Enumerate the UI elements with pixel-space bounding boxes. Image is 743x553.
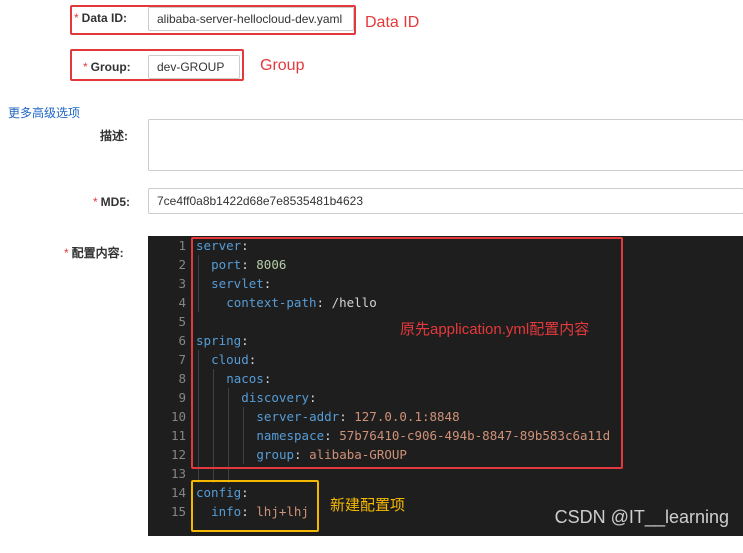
data-id-highlight-box xyxy=(70,5,356,35)
original-content-highlight-box xyxy=(191,237,623,469)
content-label: * 配置内容: xyxy=(64,246,124,260)
line-number: 6 xyxy=(178,333,186,348)
new-item-highlight-box xyxy=(191,480,319,532)
md5-field[interactable]: 7ce4ff0a8b1422d68e7e8535481b4623 xyxy=(148,188,743,214)
line-number: 1 xyxy=(178,238,186,253)
line-number: 8 xyxy=(178,371,186,386)
data-id-annotation: Data ID xyxy=(365,14,420,31)
group-annotation: Group xyxy=(260,57,305,74)
line-number: 5 xyxy=(178,314,186,329)
description-textarea[interactable] xyxy=(148,119,743,171)
line-number: 2 xyxy=(178,257,186,272)
line-number: 10 xyxy=(170,409,186,424)
required-mark: * xyxy=(93,195,98,209)
line-number: 15 xyxy=(170,504,186,519)
md5-value: 7ce4ff0a8b1422d68e7e8535481b4623 xyxy=(157,194,363,208)
line-number: 4 xyxy=(178,295,186,310)
group-highlight-box xyxy=(70,49,244,81)
line-number: 7 xyxy=(178,352,186,367)
new-item-annotation: 新建配置项 xyxy=(330,497,406,514)
csdn-watermark: CSDN @IT__learning xyxy=(554,507,729,527)
line-number: 12 xyxy=(170,447,186,462)
line-number: 13 xyxy=(170,466,186,481)
line-number-gutter: 1 2 3 4 5 6 7 8 9 10 11 12 13 14 15 xyxy=(148,236,190,536)
original-content-annotation: 原先application.yml配置内容 xyxy=(400,321,590,338)
line-number: 14 xyxy=(170,485,186,500)
line-number: 9 xyxy=(178,390,186,405)
md5-label: * MD5: xyxy=(93,195,131,209)
description-label: 描述: xyxy=(100,129,128,143)
required-mark: * xyxy=(64,246,69,260)
advanced-options-link[interactable]: 更多高级选项 xyxy=(8,104,80,121)
line-number: 3 xyxy=(178,276,186,291)
line-number: 11 xyxy=(170,428,186,443)
